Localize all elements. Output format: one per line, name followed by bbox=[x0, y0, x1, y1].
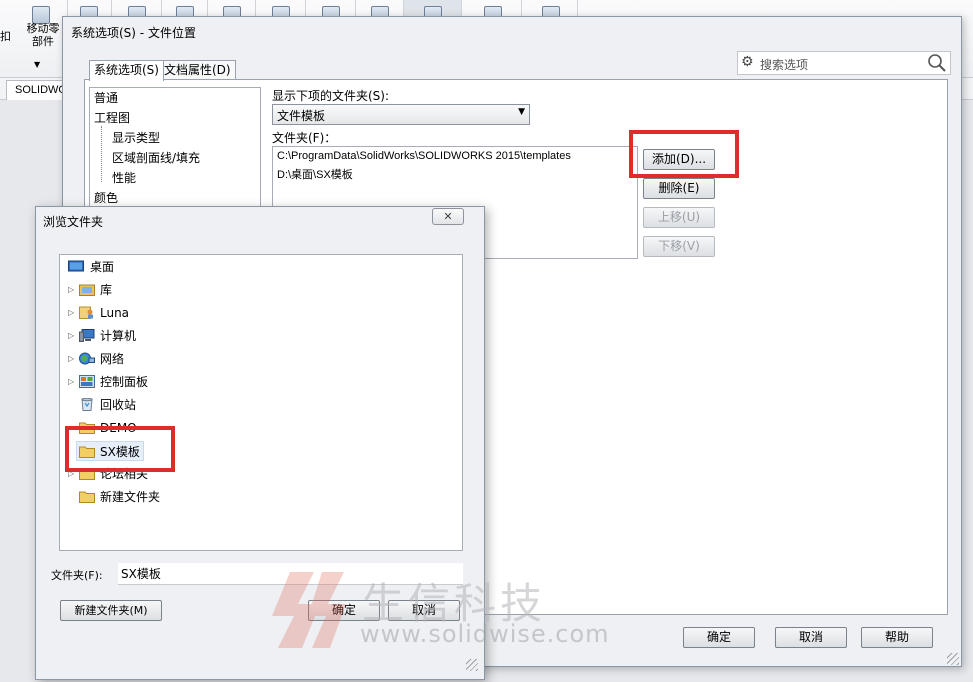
user-folder-icon bbox=[79, 306, 93, 319]
resize-grip[interactable] bbox=[947, 653, 959, 665]
tree-item-area-hatch[interactable]: 区域剖面线/填充 bbox=[112, 150, 200, 166]
recycle-bin-icon bbox=[81, 398, 93, 411]
tree-item-label: 回收站 bbox=[100, 398, 137, 412]
tree-item-general[interactable]: 普通 bbox=[94, 90, 118, 106]
close-icon: ✕ bbox=[443, 210, 453, 223]
expand-arrow-icon[interactable]: ▷ bbox=[68, 464, 74, 484]
folders-label: 文件夹(F)： bbox=[272, 131, 337, 145]
toolbar-dropdown-icon[interactable]: ▼ bbox=[34, 60, 40, 69]
browse-dialog-title: 浏览文件夹 bbox=[43, 215, 104, 229]
close-button[interactable]: ✕ bbox=[432, 208, 464, 225]
network-icon bbox=[79, 352, 95, 365]
delete-button[interactable]: 删除(E) bbox=[643, 178, 715, 199]
expand-arrow-icon[interactable]: ▷ bbox=[68, 303, 74, 323]
tree-item-desktop[interactable]: 桌面 bbox=[60, 257, 260, 277]
tree-item-user-luna[interactable]: ▷ Luna bbox=[60, 303, 260, 323]
search-placeholder: 搜索选项 bbox=[760, 58, 809, 72]
tree-item-new-folder[interactable]: 新建文件夹 bbox=[60, 487, 260, 507]
cancel-button[interactable]: 取消 bbox=[775, 627, 847, 648]
tree-item-label: 控制面板 bbox=[100, 375, 149, 389]
folder-path-item[interactable]: D:\桌面\SX模板 bbox=[277, 166, 353, 182]
tree-item-label: Luna bbox=[100, 306, 130, 320]
show-folders-label: 显示下项的文件夹(S): bbox=[272, 89, 390, 103]
tree-item-control-panel[interactable]: ▷ 控制面板 bbox=[60, 372, 260, 392]
move-up-button[interactable]: 上移(U) bbox=[643, 207, 715, 228]
tree-item-label: SX模板 bbox=[100, 445, 140, 459]
toolbar-left-cut-label: 扣 bbox=[0, 30, 11, 43]
expand-arrow-icon[interactable]: ▷ bbox=[68, 280, 74, 300]
tree-item-recycle-bin[interactable]: 回收站 bbox=[60, 395, 260, 415]
dialog-title: 系统选项(S) - 文件位置 bbox=[71, 26, 196, 40]
search-options-input[interactable]: ⚙ 搜索选项 bbox=[737, 51, 951, 75]
tree-item-forum[interactable]: ▷ 论坛相关 bbox=[60, 464, 260, 484]
tree-item-libraries[interactable]: ▷ 库 bbox=[60, 280, 260, 300]
chevron-down-icon: ▼ bbox=[518, 107, 525, 117]
add-button[interactable]: 添加(D)... bbox=[643, 149, 715, 170]
tree-item-display-style[interactable]: 显示类型 bbox=[112, 130, 160, 146]
resize-grip[interactable] bbox=[466, 659, 478, 671]
options-tree[interactable]: 普通 工程图 显示类型 区域剖面线/填充 性能 颜色 bbox=[89, 87, 261, 217]
ok-button[interactable]: 确定 bbox=[683, 627, 755, 648]
tree-item-label: 桌面 bbox=[90, 260, 115, 274]
tree-item-label: 论坛相关 bbox=[100, 467, 149, 481]
tree-item-network[interactable]: ▷ 网络 bbox=[60, 349, 260, 369]
search-icon[interactable] bbox=[927, 53, 947, 73]
move-component-label: 移动零 部件 bbox=[26, 22, 60, 48]
help-button[interactable]: 帮助 bbox=[861, 627, 933, 648]
watermark-logo bbox=[272, 572, 346, 648]
expand-arrow-icon[interactable]: ▷ bbox=[68, 349, 74, 369]
computer-icon bbox=[79, 329, 95, 342]
folder-path-item[interactable]: C:\ProgramData\SolidWorks\SOLIDWORKS 201… bbox=[277, 150, 571, 162]
tab-system-options[interactable]: 系统选项(S) bbox=[89, 60, 164, 81]
expand-arrow-icon[interactable]: ▷ bbox=[68, 372, 74, 392]
tree-item-drawings[interactable]: 工程图 bbox=[94, 110, 130, 126]
folder-icon bbox=[79, 491, 95, 503]
gear-icon[interactable]: ⚙ bbox=[741, 54, 754, 70]
libraries-icon bbox=[79, 284, 95, 296]
tree-item-sx-template[interactable]: SX模板 bbox=[76, 441, 144, 461]
folder-icon bbox=[79, 422, 95, 434]
tree-item-label: DEMO bbox=[100, 421, 137, 435]
folder-field-label: 文件夹(F): bbox=[51, 569, 103, 582]
move-down-button[interactable]: 下移(V) bbox=[643, 236, 715, 257]
expand-arrow-icon[interactable]: ▷ bbox=[68, 326, 74, 346]
tree-item-label: 新建文件夹 bbox=[100, 490, 161, 504]
tree-item-demo[interactable]: DEMO bbox=[60, 418, 260, 438]
folder-icon bbox=[79, 446, 95, 458]
folder-type-select[interactable]: 文件模板 ▼ bbox=[272, 104, 530, 125]
control-panel-icon bbox=[79, 375, 95, 388]
watermark-url: www.solidwise.com bbox=[360, 620, 610, 648]
folder-icon bbox=[79, 468, 95, 480]
tree-item-label: 计算机 bbox=[100, 329, 137, 343]
folder-type-value: 文件模板 bbox=[277, 109, 326, 123]
tree-connector bbox=[101, 126, 102, 182]
tree-item-colors[interactable]: 颜色 bbox=[94, 190, 118, 206]
move-component-button[interactable]: 移动零 部件 bbox=[18, 0, 68, 48]
desktop-icon bbox=[68, 260, 84, 272]
tree-item-performance[interactable]: 性能 bbox=[112, 170, 136, 186]
tree-item-computer[interactable]: ▷ 计算机 bbox=[60, 326, 260, 346]
tree-item-label: 网络 bbox=[100, 352, 125, 366]
tab-document-properties[interactable]: 文档属性(D) bbox=[159, 60, 236, 80]
tree-item-label: 库 bbox=[100, 283, 113, 297]
new-folder-button[interactable]: 新建文件夹(M) bbox=[60, 600, 162, 621]
folder-tree[interactable]: 桌面 ▷ 库 ▷ Luna ▷ 计算机 ▷ 网络 ▷ 控制面板 回收站 DEMO… bbox=[59, 254, 463, 551]
